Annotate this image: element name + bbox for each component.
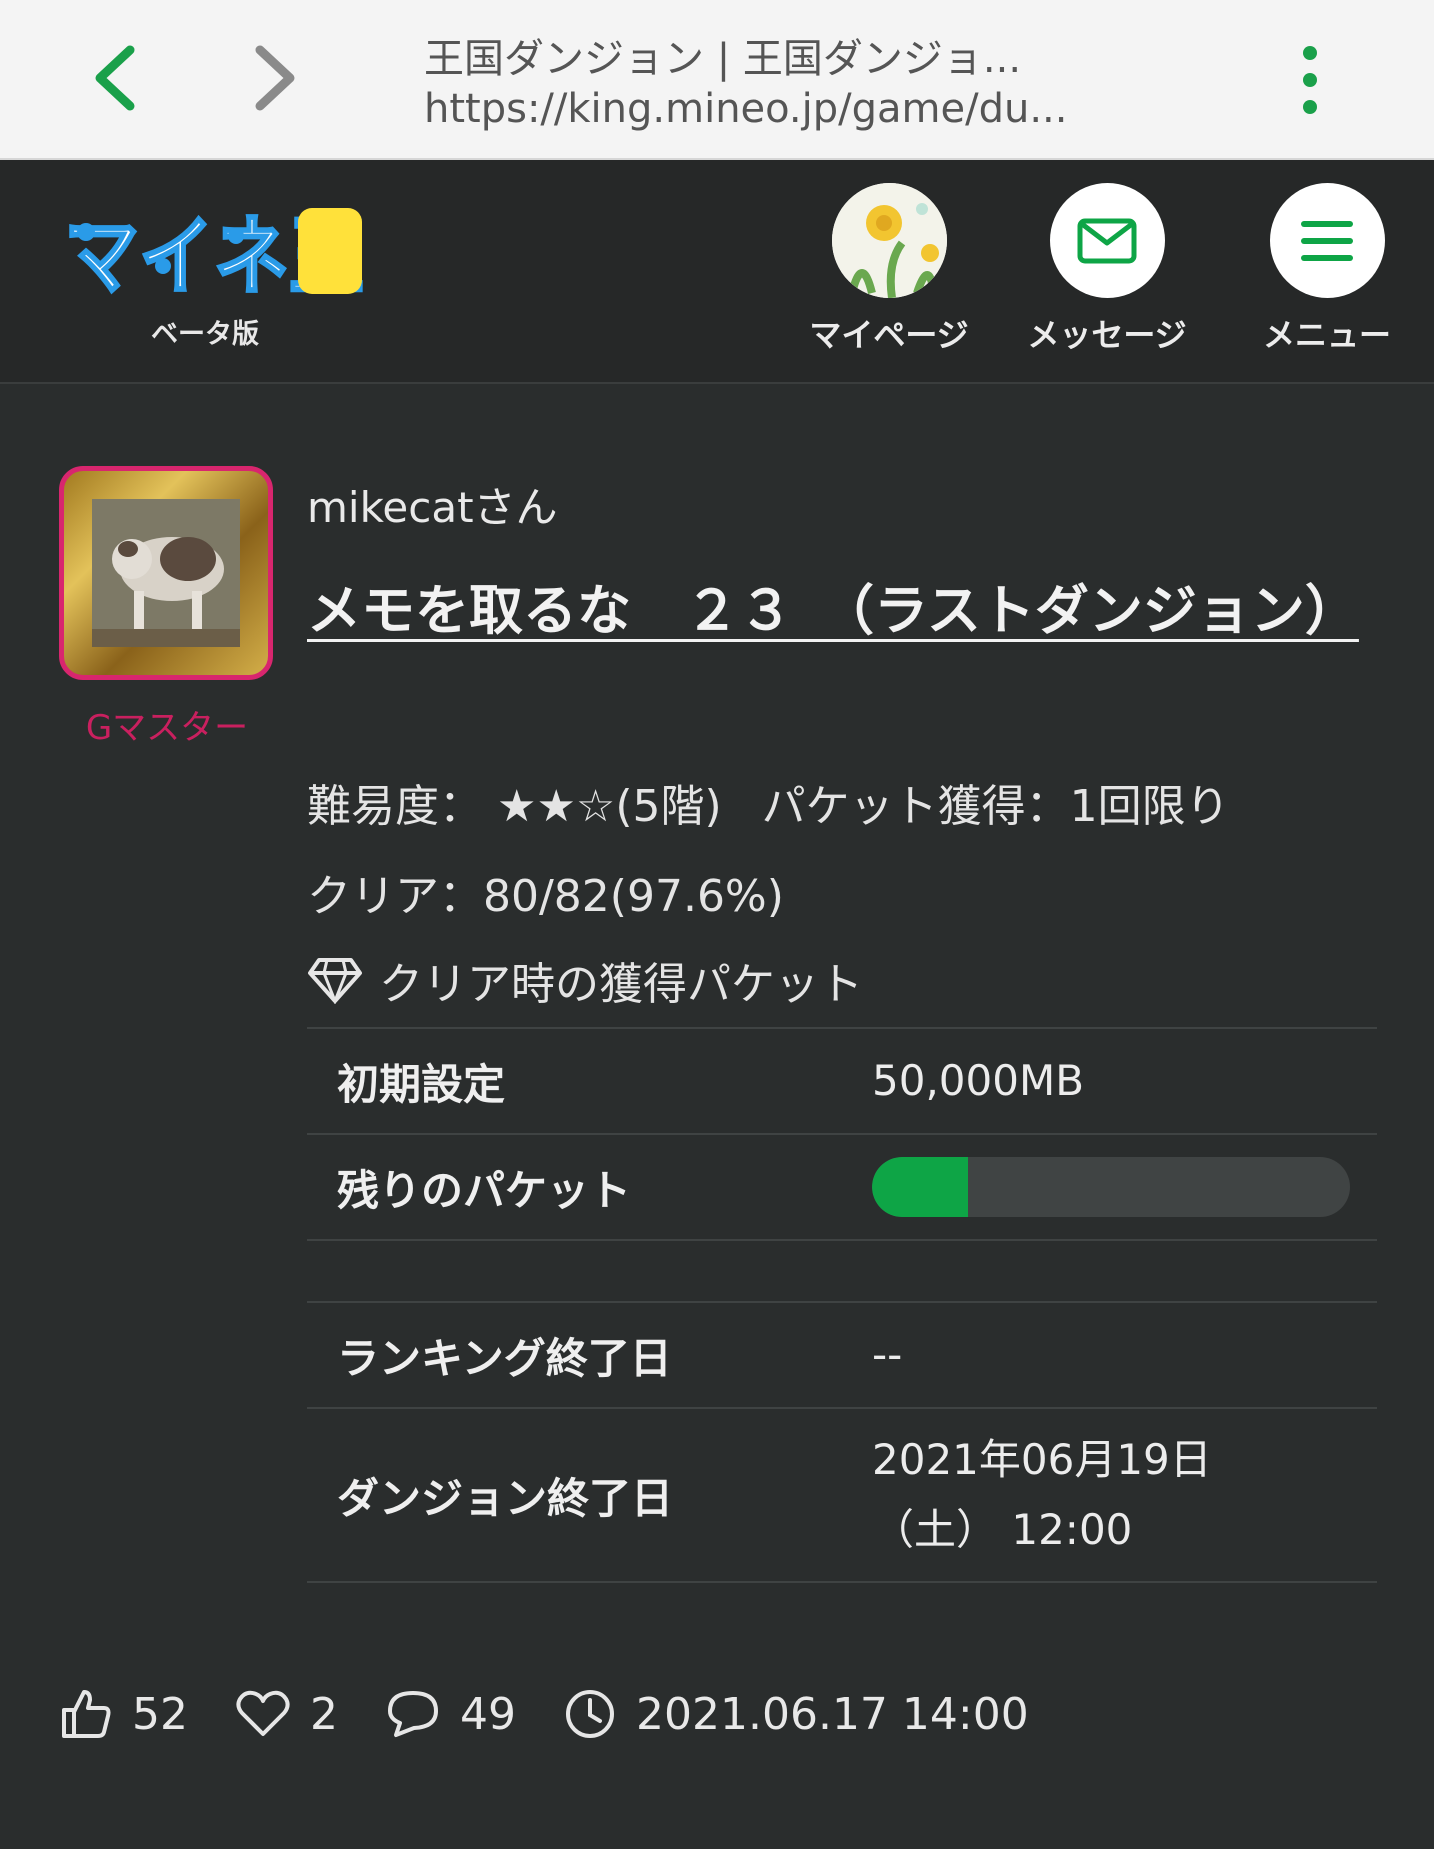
remaining-packet-label: 残りのパケット [337,1165,632,1215]
difficulty-line: 難易度： ★★☆(5階) パケット獲得：1回限り [307,770,1230,834]
envelope-icon [1077,218,1137,263]
favorite-count: 2 [310,1688,338,1740]
packet-heading-line: クリア時の獲得パケット [307,948,863,1012]
user-avatar[interactable] [59,466,273,680]
heart-icon [236,1690,290,1736]
more-options-icon[interactable] [1290,40,1330,120]
message-label: メッセージ [1027,316,1187,354]
page-title[interactable]: 王国ダンジョン | 王国ダンジョ... [424,26,1064,84]
post-datetime: 2021.06.17 14:00 [564,1688,1029,1740]
difficulty-label: 難易度： [307,781,483,832]
table-row: ランキング終了日 -- [307,1301,1377,1407]
mypage-label: マイページ [809,316,969,354]
chevron-right-icon [255,45,295,111]
comment-button[interactable]: 49 [386,1689,516,1740]
mineo-king-logo[interactable]: マイネ王 [58,196,368,307]
message-button[interactable]: メッセージ [1022,183,1192,356]
initial-setting-label: 初期設定 [337,1059,506,1109]
user-rank: Gマスター [85,708,249,748]
cat-photo [92,499,240,647]
packet-gain: パケット獲得：1回限り [761,781,1230,832]
menu-button[interactable]: メニュー [1242,183,1412,356]
like-count: 52 [132,1688,188,1740]
ranking-end-label: ランキング終了日 [337,1333,672,1383]
favorite-button[interactable]: 2 [236,1689,338,1740]
post-title[interactable]: メモを取るな ２３ （ラストダンジョン） [307,568,1387,654]
post-stats: 52 2 49 2021.06.17 14:00 [60,1688,1077,1740]
packet-heading: クリア時の獲得パケット [379,959,863,1010]
like-button[interactable]: 52 [60,1688,188,1740]
diamond-icon [308,958,362,1004]
dandelion-avatar-icon [831,183,947,298]
hamburger-icon [1301,220,1353,261]
dungeon-end-label: ダンジョン終了日 [337,1473,674,1523]
initial-setting-value: 50,000MB [872,1056,1085,1105]
menu-label: メニュー [1262,316,1391,354]
table-row [307,1239,1377,1301]
back-button[interactable] [80,38,150,118]
remaining-packet-fill [872,1157,968,1217]
mypage-button[interactable]: マイページ [804,183,974,356]
dungeon-end-time: （土） 12:00 [872,1505,1133,1554]
ranking-end-value: -- [872,1330,903,1379]
datetime-text: 2021.06.17 14:00 [636,1688,1029,1740]
chevron-left-icon [95,45,135,111]
username[interactable]: mikecatさん [307,474,558,535]
avatar [831,183,947,298]
comment-icon [388,1691,438,1737]
table-row: 残りのパケット [307,1133,1377,1239]
beta-label: ベータ版 [151,319,259,350]
dungeon-end-value: 2021年06月19日 （土） 12:00 [872,1425,1212,1565]
clear-rate: クリア：80/82(97.6%) [307,871,784,922]
thumbs-up-icon [62,1690,111,1738]
difficulty-stars: ★★☆ [497,781,616,832]
dungeon-end-date: 2021年06月19日 [872,1435,1212,1484]
browser-toolbar: 王国ダンジョン | 王国ダンジョ... https://king.mineo.j… [0,0,1434,160]
table-row: 初期設定 50,000MB [307,1027,1377,1133]
forward-button[interactable] [240,38,310,118]
packet-table: 初期設定 50,000MB 残りのパケット ランキング終了日 -- ダンジョン終… [307,1027,1377,1583]
difficulty-suffix: (5階) [615,781,722,832]
comment-count: 49 [460,1688,516,1740]
table-row: ダンジョン終了日 2021年06月19日 （土） 12:00 [307,1407,1377,1583]
clock-icon [566,1690,614,1738]
url-field[interactable]: https://king.mineo.jp/game/du... [424,86,1064,132]
remaining-packet-bar [872,1157,1350,1217]
